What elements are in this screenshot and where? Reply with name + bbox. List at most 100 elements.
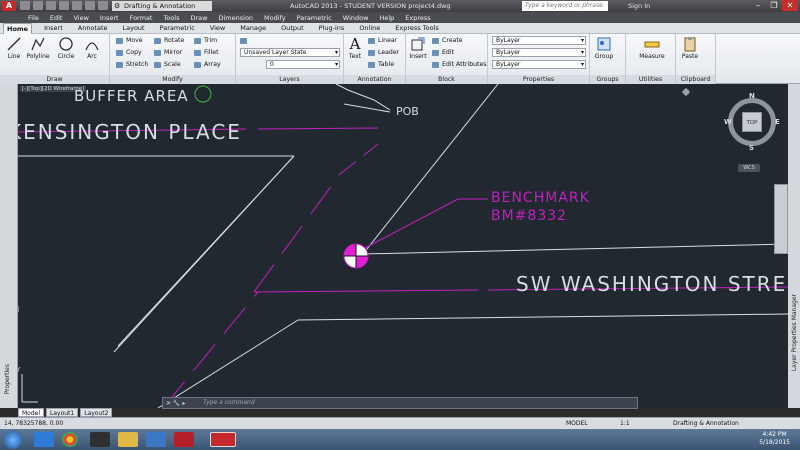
wcs-menu[interactable]: WCS xyxy=(738,164,760,172)
layers-panel-title[interactable]: Layers xyxy=(236,75,343,84)
viewcube-top-face[interactable]: TOP xyxy=(742,112,762,132)
rotate-button[interactable]: Rotate xyxy=(154,36,184,46)
layer-properties-icon[interactable] xyxy=(240,36,260,46)
mirror-button[interactable]: Mirror xyxy=(154,48,182,58)
annotation-panel-title[interactable]: Annotation xyxy=(344,75,405,84)
groups-panel-title[interactable]: Groups xyxy=(590,75,625,84)
measure-button[interactable]: Measure xyxy=(636,36,668,60)
layer-state-dropdown[interactable]: Unsaved Layer State xyxy=(240,48,340,57)
leader-button[interactable]: Leader xyxy=(368,48,399,58)
tab-manage[interactable]: Manage xyxy=(237,23,269,34)
fillet-button[interactable]: Fillet xyxy=(194,48,219,58)
internet-explorer-icon[interactable] xyxy=(34,432,54,447)
tab-express-tools[interactable]: Express Tools xyxy=(392,23,441,34)
workspace-selector[interactable]: Drafting & Annotation xyxy=(112,1,212,11)
lineweight-dropdown[interactable]: ByLayer xyxy=(492,60,586,69)
stretch-button[interactable]: Stretch xyxy=(116,60,148,70)
draw-panel-title[interactable]: Draw xyxy=(0,75,109,84)
text-button[interactable]: A Text xyxy=(344,36,366,60)
array-button[interactable]: Array xyxy=(194,60,221,70)
open-icon[interactable] xyxy=(33,1,43,10)
properties-palette-strip[interactable]: Properties xyxy=(0,84,18,408)
tab-annotate[interactable]: Annotate xyxy=(75,23,111,34)
utilities-panel-title[interactable]: Utilities xyxy=(626,75,675,84)
benchmark-symbol[interactable] xyxy=(343,243,369,269)
compass-w[interactable]: W xyxy=(724,118,732,126)
menu-draw[interactable]: Draw xyxy=(191,14,208,22)
menu-express[interactable]: Express xyxy=(405,14,430,22)
undo-icon[interactable] xyxy=(85,1,95,10)
modify-panel-title[interactable]: Modify xyxy=(110,75,235,84)
minimize-icon[interactable]: – xyxy=(750,0,766,11)
insert-button[interactable]: Insert xyxy=(406,36,430,60)
menu-file[interactable]: File xyxy=(28,14,39,22)
file-explorer-icon[interactable] xyxy=(118,432,138,447)
menu-format[interactable]: Format xyxy=(130,14,153,22)
adobe-reader-icon[interactable] xyxy=(174,432,194,447)
autocad-logo-icon[interactable]: A xyxy=(2,1,16,11)
viewcube[interactable]: TOP N S W E xyxy=(724,92,780,152)
properties-panel-title[interactable]: Properties xyxy=(488,75,589,84)
compass-s[interactable]: S xyxy=(749,144,754,152)
copy-button[interactable]: Copy xyxy=(116,48,142,58)
menu-edit[interactable]: Edit xyxy=(50,14,63,22)
color-dropdown[interactable]: ByLayer xyxy=(492,36,586,45)
tab-insert[interactable]: Insert xyxy=(41,23,66,34)
group-button[interactable]: Group xyxy=(592,36,616,60)
table-button[interactable]: Table xyxy=(368,60,394,70)
layer-properties-palette-strip[interactable]: Layer Properties Manager xyxy=(788,84,800,408)
tab-model[interactable]: Model xyxy=(18,408,45,417)
linetype-dropdown[interactable]: ByLayer xyxy=(492,48,586,57)
command-line-icons[interactable]: ✕ 🔧 ▸ xyxy=(166,399,185,409)
chrome-icon[interactable] xyxy=(62,432,78,447)
current-layer-dropdown[interactable]: 0 xyxy=(266,60,340,69)
trim-button[interactable]: Trim xyxy=(194,36,217,46)
system-clock[interactable]: 4:42 PM 5/18/2015 xyxy=(759,431,790,447)
scale-button[interactable]: Scale xyxy=(154,60,181,70)
menu-insert[interactable]: Insert xyxy=(100,14,119,22)
menu-modify[interactable]: Modify xyxy=(264,14,286,22)
circle-button[interactable]: Circle xyxy=(52,36,80,60)
new-icon[interactable] xyxy=(20,1,30,10)
polyline-button[interactable]: Polyline xyxy=(24,36,52,60)
create-block-button[interactable]: Create xyxy=(432,36,463,46)
workspace-switch-button[interactable]: Drafting & Annotation xyxy=(673,418,739,429)
menu-parametric[interactable]: Parametric xyxy=(297,14,332,22)
tab-home[interactable]: Home xyxy=(3,22,33,34)
remote-desktop-icon[interactable] xyxy=(146,432,166,447)
arc-button[interactable]: Arc xyxy=(78,36,106,60)
save-as-icon[interactable] xyxy=(59,1,69,10)
paste-button[interactable]: Paste xyxy=(678,36,702,60)
menu-tools[interactable]: Tools xyxy=(163,14,179,22)
drawing-canvas[interactable]: [-][Top][2D Wireframe] BUFFER AREA KENSI… xyxy=(18,84,788,408)
plot-icon[interactable] xyxy=(72,1,82,10)
tab-layout[interactable]: Layout xyxy=(120,23,148,34)
tab-view[interactable]: View xyxy=(207,23,228,34)
tab-output[interactable]: Output xyxy=(278,23,307,34)
tab-parametric[interactable]: Parametric xyxy=(157,23,198,34)
close-icon[interactable]: ✕ xyxy=(782,0,798,11)
tab-online[interactable]: Online xyxy=(356,23,383,34)
start-button-icon[interactable] xyxy=(4,431,22,449)
edit-block-button[interactable]: Edit xyxy=(432,48,454,58)
menu-view[interactable]: View xyxy=(73,14,88,22)
compass-n[interactable]: N xyxy=(749,92,755,100)
autocad-taskbar-icon[interactable] xyxy=(210,432,236,447)
command-line[interactable]: ✕ 🔧 ▸ Type a command xyxy=(162,397,638,409)
model-space-button[interactable]: MODEL xyxy=(566,418,588,429)
sign-in-link[interactable]: Sign In xyxy=(628,1,650,11)
tab-layout2[interactable]: Layout2 xyxy=(80,408,113,417)
edit-attributes-button[interactable]: Edit Attributes xyxy=(432,60,487,70)
restore-icon[interactable]: ❐ xyxy=(766,0,782,11)
menu-help[interactable]: Help xyxy=(379,14,394,22)
move-button[interactable]: Move xyxy=(116,36,143,46)
command-input[interactable]: Type a command xyxy=(203,399,255,406)
tab-layout1[interactable]: Layout1 xyxy=(46,408,79,417)
block-panel-title[interactable]: Block xyxy=(406,75,487,84)
compass-e[interactable]: E xyxy=(775,118,780,126)
clipboard-panel-title[interactable]: Clipboard xyxy=(676,75,715,84)
media-player-icon[interactable] xyxy=(90,432,110,447)
annotation-scale-button[interactable]: 1:1 xyxy=(620,418,630,429)
redo-icon[interactable] xyxy=(98,1,108,10)
menu-window[interactable]: Window xyxy=(343,14,369,22)
